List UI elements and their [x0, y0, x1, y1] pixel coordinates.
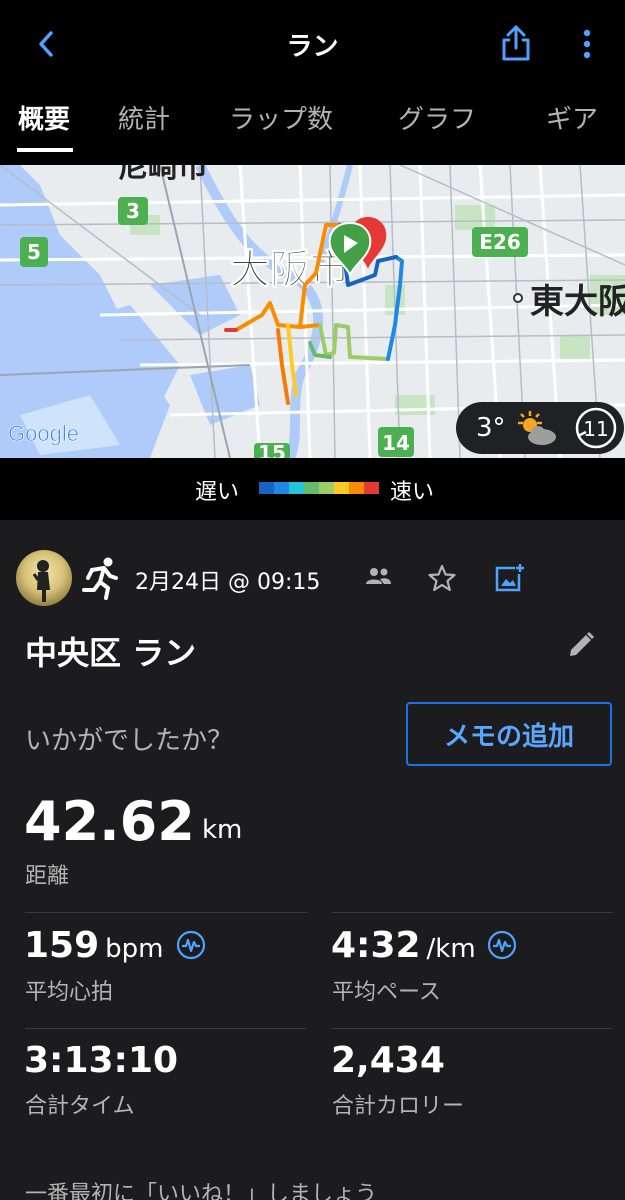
map-label-osaka: 大阪市	[230, 247, 350, 293]
avatar-silhouette-icon	[32, 560, 50, 602]
weather-temperature: 3°	[476, 413, 506, 443]
distance-label: 距離	[25, 864, 70, 889]
road-shield-e26: E26	[479, 230, 521, 254]
heart-rate-icon[interactable]	[176, 930, 206, 960]
tab-bar: 概要 統計 ラップ数 グラフ ギア	[0, 85, 625, 165]
add-photo-icon[interactable]	[493, 562, 525, 594]
road-shield-14: 14	[382, 431, 410, 455]
avg-pace-value: 4:32	[331, 925, 421, 966]
map-label-higashiosaka: 東大阪	[530, 282, 625, 322]
legend-slow-label: 遅い	[195, 480, 240, 505]
avg-hr-label: 平均心拍	[25, 980, 114, 1005]
tab-gear[interactable]: ギア	[546, 99, 598, 151]
wind-speed: 11	[583, 417, 608, 441]
avg-hr-value: 159	[24, 925, 100, 966]
tab-overview[interactable]: 概要	[18, 99, 70, 151]
map-label-amagasaki: 尼崎市	[118, 165, 208, 185]
road-shield-5: 5	[27, 240, 41, 264]
like-prompt: 一番最初に「いいね！」しましょう	[25, 1182, 378, 1200]
avg-hr-unit: bpm	[105, 934, 164, 964]
divider	[25, 912, 307, 913]
tab-graphs[interactable]: グラフ	[398, 99, 476, 151]
road-shield-15: 15	[258, 441, 286, 458]
tab-stats[interactable]: 統計	[118, 99, 170, 151]
feeling-question: いかがでしたか？	[25, 726, 234, 756]
avatar[interactable]	[16, 550, 72, 606]
active-tab-indicator	[17, 148, 73, 152]
tab-laps[interactable]: ラップ数	[229, 99, 333, 151]
share-button[interactable]	[496, 22, 536, 64]
divider	[332, 912, 613, 913]
avg-pace-label: 平均ペース	[332, 980, 441, 1005]
legend-color-segment	[304, 482, 320, 494]
pace-icon[interactable]	[487, 930, 517, 960]
legend-color-segment	[319, 482, 335, 494]
legend-color-segment	[259, 482, 275, 494]
legend-color-segment	[289, 482, 305, 494]
total-calories-value: 2,434	[331, 1040, 445, 1081]
avg-pace-stat: 4:32/km	[331, 925, 476, 966]
distance-unit: km	[202, 815, 243, 845]
total-time-label: 合計タイム	[25, 1094, 135, 1119]
divider	[332, 1028, 613, 1029]
distance-value: 42.62	[24, 790, 195, 853]
total-calories-label: 合計カロリー	[332, 1094, 465, 1119]
total-time-value: 3:13:10	[24, 1040, 179, 1081]
avg-hr-stat: 159 bpm	[24, 925, 164, 966]
share-icon	[502, 25, 530, 61]
top-bar: ラン	[0, 0, 625, 85]
legend-color-segment	[274, 482, 290, 494]
legend-color-segment	[364, 482, 379, 494]
legend-color-segment	[334, 482, 350, 494]
wind-direction-icon: 11	[575, 407, 617, 449]
pencil-icon[interactable]	[566, 630, 596, 660]
activity-date: 2月24日 @ 09:15	[135, 570, 321, 595]
avg-pace-unit: /km	[426, 934, 476, 964]
more-options-button[interactable]	[572, 24, 602, 64]
divider	[25, 1028, 307, 1029]
partly-cloudy-icon	[517, 411, 556, 445]
more-vertical-icon	[583, 29, 591, 59]
people-icon[interactable]	[364, 566, 392, 588]
star-icon[interactable]	[428, 564, 456, 592]
legend-fast-label: 速い	[390, 480, 435, 505]
legend-color-segment	[349, 482, 365, 494]
add-memo-button[interactable]: メモの追加	[406, 702, 612, 766]
running-icon	[82, 557, 118, 600]
weather-badge[interactable]: 3° 11	[456, 402, 624, 454]
pace-color-bar	[259, 482, 379, 494]
activity-title: 中央区 ラン	[25, 634, 197, 672]
road-shield-3: 3	[126, 199, 140, 223]
google-logo: Google	[8, 421, 79, 446]
